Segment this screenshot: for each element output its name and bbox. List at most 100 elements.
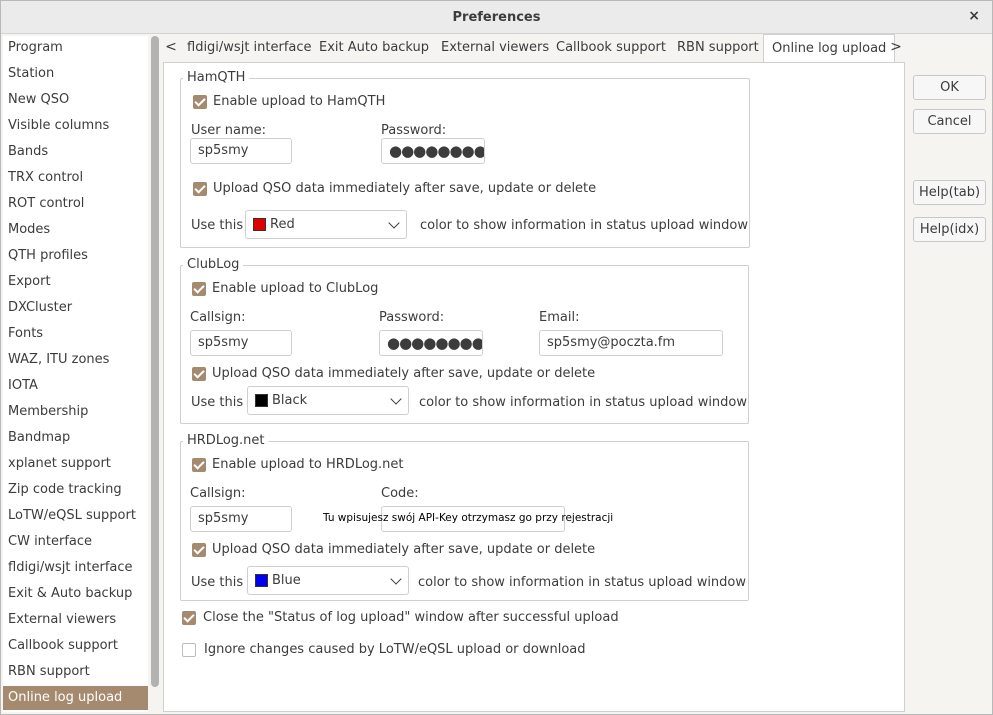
sidebar-item-bands[interactable]: Bands (3, 140, 148, 164)
ok-button[interactable]: OK (913, 75, 986, 100)
hamqth-group: HamQTH Enable upload to HamQTH User name… (180, 70, 750, 248)
hrdlog-callsign-label: Callsign: (190, 486, 246, 501)
hamqth-password-label: Password: (381, 123, 447, 138)
sidebar-item-program[interactable]: Program (3, 36, 148, 60)
ignore-changes-checkbox[interactable] (182, 643, 196, 657)
hamqth-password-input[interactable]: ●●●●●●●● (381, 138, 485, 164)
sidebar-item-xplanet-support[interactable]: xplanet support (3, 452, 148, 476)
hamqth-color-value: Red (270, 217, 295, 232)
tab-exit-auto-backup[interactable]: Exit Auto backup (319, 37, 429, 62)
clublog-immediate-checkbox[interactable] (192, 367, 206, 381)
tab-bar: < fldigi/wsjt interface Exit Auto backup… (161, 34, 906, 63)
hrdlog-enable-checkbox[interactable] (192, 458, 206, 472)
tab-external-viewers[interactable]: External viewers (441, 37, 549, 62)
tab-scroll-left-icon[interactable]: < (161, 34, 181, 62)
sidebar-item-new-qso[interactable]: New QSO (3, 88, 148, 112)
sidebar-item-cw-interface[interactable]: CW interface (3, 530, 148, 554)
sidebar-item-zip-code-tracking[interactable]: Zip code tracking (3, 478, 148, 502)
sidebar-scrollbar[interactable] (151, 36, 159, 687)
sidebar-item-exit-auto-backup[interactable]: Exit & Auto backup (3, 582, 148, 606)
clublog-callsign-input[interactable]: sp5smy (190, 330, 292, 356)
hrdlog-color-select[interactable]: Blue (247, 566, 409, 595)
window-title: Preferences (452, 10, 541, 25)
hamqth-color-select[interactable]: Red (245, 210, 407, 239)
clublog-group: ClubLog Enable upload to ClubLog Callsig… (180, 257, 749, 424)
sidebar-item-visible-columns[interactable]: Visible columns (3, 114, 148, 138)
sidebar-item-export[interactable]: Export (3, 270, 148, 294)
clublog-password-label: Password: (379, 310, 445, 325)
hamqth-username-input[interactable]: sp5smy (190, 138, 292, 164)
sidebar-item-membership[interactable]: Membership (3, 400, 148, 424)
clublog-group-title: ClubLog (183, 257, 244, 272)
clublog-email-input[interactable]: sp5smy@poczta.fm (539, 330, 723, 356)
close-status-checkbox[interactable] (182, 611, 196, 625)
clublog-immediate-label: Upload QSO data immediately after save, … (212, 366, 596, 381)
hrdlog-code-label: Code: (381, 486, 419, 501)
cancel-button[interactable]: Cancel (913, 109, 986, 134)
sidebar-item-station[interactable]: Station (3, 62, 148, 86)
clublog-color-suffix: color to show information in status uplo… (419, 395, 748, 410)
clublog-use-this-label: Use this (191, 395, 244, 410)
chevron-down-icon (390, 393, 402, 405)
clublog-color-select[interactable]: Black (247, 386, 409, 415)
sidebar-item-modes[interactable]: Modes (3, 218, 148, 242)
sidebar-item-qth-profiles[interactable]: QTH profiles (3, 244, 148, 268)
sidebar-item-callbook-support[interactable]: Callbook support (3, 634, 148, 658)
chevron-down-icon (388, 217, 400, 229)
hrdlog-color-value: Blue (272, 573, 301, 588)
hrdlog-enable-label: Enable upload to HRDLog.net (212, 457, 404, 472)
sidebar-item-dxcluster[interactable]: DXCluster (3, 296, 148, 320)
help-tab-button[interactable]: Help(tab) (913, 180, 986, 205)
sidebar: Program Station New QSO Visible columns Band… (3, 36, 148, 712)
tab-scroll-right-icon[interactable]: > (886, 34, 906, 62)
clublog-enable-label: Enable upload to ClubLog (212, 281, 379, 296)
hamqth-color-suffix: color to show information in status uplo… (420, 218, 749, 233)
sidebar-item-rot-control[interactable]: ROT control (3, 192, 148, 216)
hamqth-group-title: HamQTH (183, 70, 250, 85)
hrdlog-callsign-input[interactable]: sp5smy (190, 506, 292, 532)
clublog-color-value: Black (272, 393, 308, 408)
sidebar-item-external-viewers[interactable]: External viewers (3, 608, 148, 632)
hamqth-enable-label: Enable upload to HamQTH (213, 94, 386, 109)
sidebar-item-rbn-support[interactable]: RBN support (3, 660, 148, 684)
hamqth-immediate-checkbox[interactable] (193, 182, 207, 196)
ignore-changes-label: Ignore changes caused by LoTW/eQSL uploa… (204, 642, 586, 657)
sidebar-item-waz-itu-zones[interactable]: WAZ, ITU zones (3, 348, 148, 372)
close-icon[interactable]: × (968, 8, 980, 24)
sidebar-item-trx-control[interactable]: TRX control (3, 166, 148, 190)
hamqth-color-swatch (253, 218, 266, 231)
hrdlog-immediate-checkbox[interactable] (192, 543, 206, 557)
clublog-color-swatch (255, 394, 268, 407)
hrdlog-color-suffix: color to show information in status uplo… (418, 575, 747, 590)
hrdlog-immediate-label: Upload QSO data immediately after save, … (212, 542, 596, 557)
clublog-email-label: Email: (539, 310, 580, 325)
hrdlog-use-this-label: Use this (191, 575, 244, 590)
tab-rbn-support[interactable]: RBN support (677, 37, 759, 62)
online-log-upload-panel: HamQTH Enable upload to HamQTH User name… (163, 62, 905, 712)
tab-online-log-upload[interactable]: Online log upload (763, 34, 896, 63)
title-bar: Preferences × (1, 1, 992, 34)
hrdlog-color-swatch (255, 574, 268, 587)
sidebar-item-iota[interactable]: IOTA (3, 374, 148, 398)
help-idx-button[interactable]: Help(idx) (913, 217, 986, 242)
sidebar-item-fonts[interactable]: Fonts (3, 322, 148, 346)
tab-callbook-support[interactable]: Callbook support (556, 37, 666, 62)
preferences-window: Preferences × Program Station New QSO Visib… (0, 0, 993, 715)
hrdlog-code-hint: Tu wpisujesz swój API-Key otrzymasz go p… (323, 512, 614, 524)
hrdlog-group-title: HRDLog.net (183, 433, 269, 448)
sidebar-item-lotw-eqsl-support[interactable]: LoTW/eQSL support (3, 504, 148, 528)
clublog-password-input[interactable]: ●●●●●●●● (379, 330, 483, 356)
clublog-enable-checkbox[interactable] (192, 282, 206, 296)
clublog-callsign-label: Callsign: (190, 310, 246, 325)
sidebar-item-fldigi-wsjt-interface[interactable]: fldigi/wsjt interface (3, 556, 148, 580)
hamqth-immediate-label: Upload QSO data immediately after save, … (213, 181, 597, 196)
hrdlog-group: HRDLog.net Enable upload to HRDLog.net C… (180, 433, 749, 601)
hamqth-use-this-label: Use this (191, 218, 244, 233)
close-status-label: Close the "Status of log upload" window … (203, 610, 619, 625)
tab-fldigi[interactable]: fldigi/wsjt interface (187, 37, 312, 62)
hamqth-enable-checkbox[interactable] (193, 95, 207, 109)
sidebar-item-online-log-upload[interactable]: Online log upload (3, 686, 148, 710)
hamqth-username-label: User name: (191, 123, 267, 138)
sidebar-item-bandmap[interactable]: Bandmap (3, 426, 148, 450)
chevron-down-icon (390, 573, 402, 585)
